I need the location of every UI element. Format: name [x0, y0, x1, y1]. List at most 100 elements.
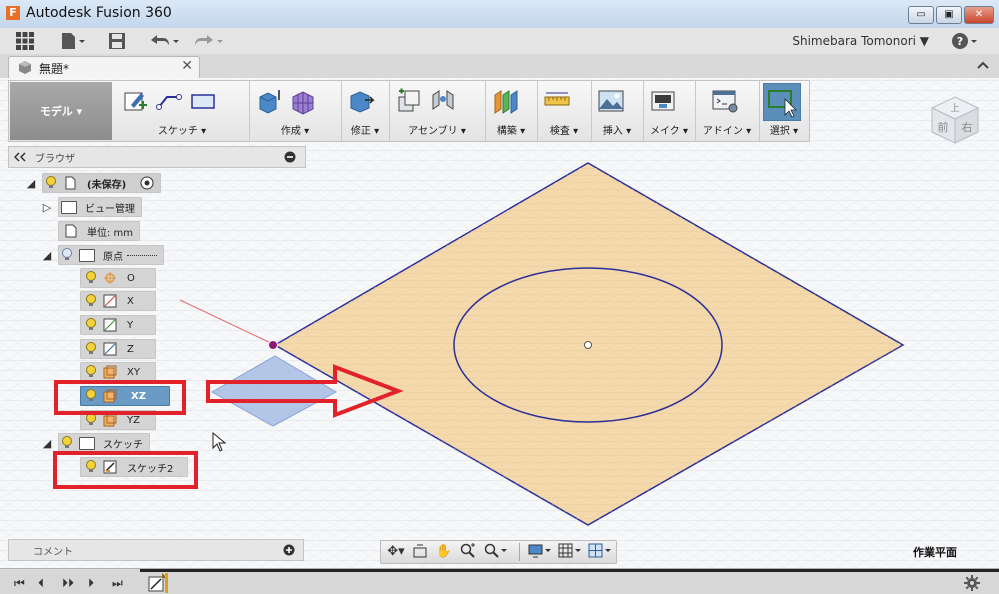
insert-group[interactable]: 挿入 ▾ [591, 81, 644, 141]
save-icon[interactable] [106, 31, 128, 51]
close-window-button[interactable]: ✕ [964, 6, 994, 24]
help-icon[interactable]: ? [950, 31, 980, 51]
browser-panel-header[interactable]: ブラウザ [8, 146, 306, 168]
folder-icon [61, 200, 77, 214]
sketch-group[interactable]: スケッチ ▾ [115, 81, 250, 141]
add-comment-icon[interactable] [283, 544, 295, 556]
modify-group[interactable]: 修正 ▾ [341, 81, 390, 141]
construct-group[interactable]: 構築 ▾ [485, 81, 538, 141]
expand-triangle-icon[interactable]: ◢ [24, 177, 38, 190]
inspect-group[interactable]: 検査 ▾ [537, 81, 592, 141]
origin-item-z[interactable]: Z [80, 339, 156, 359]
tree-view-mgmt-row[interactable]: ▷ ビュー管理 [40, 197, 142, 217]
orbit-icon[interactable]: ✥▾ [385, 543, 407, 561]
go-to-end-icon[interactable]: ⏭ [112, 576, 123, 591]
expand-triangle-icon[interactable]: ◢ [40, 249, 54, 262]
document-units-icon [65, 224, 77, 238]
visibility-bulb-icon[interactable] [85, 271, 97, 285]
minimize-button[interactable]: ▭ [908, 6, 934, 24]
scripts-addins-icon[interactable] [711, 87, 739, 115]
pan-hand-icon[interactable]: ✋ [435, 543, 453, 561]
assembly-group-label: アセンブリ ▾ [408, 126, 466, 137]
document-tab[interactable]: 無題* ✕ [8, 56, 200, 78]
plane-icon [103, 413, 117, 427]
collapse-browser-icon[interactable] [14, 152, 26, 162]
look-at-icon[interactable] [411, 543, 429, 561]
origin-item-xy[interactable]: XY [80, 362, 156, 382]
press-pull-icon[interactable] [347, 87, 375, 115]
expand-triangle-icon[interactable]: ▷ [40, 201, 54, 214]
maximize-button[interactable]: ▣ [936, 6, 962, 24]
comments-panel[interactable]: コメント [8, 539, 304, 561]
timeline-settings-gear-icon[interactable] [964, 575, 980, 591]
grid-settings-icon[interactable] [557, 543, 583, 561]
visibility-bulb-icon[interactable] [85, 342, 97, 356]
collapse-chevron-icon[interactable] [977, 60, 989, 70]
play-icon[interactable]: ⏵⏵ [62, 576, 74, 591]
view-cube[interactable]: 上 前 右 [928, 93, 982, 147]
workspace-switcher[interactable]: モデル ▾ [10, 82, 112, 140]
make-group-label: メイク ▾ [650, 126, 688, 137]
rectangle-tool-icon[interactable] [189, 87, 217, 115]
offset-plane-icon[interactable] [491, 87, 519, 115]
select-group[interactable]: 選択 ▾ [759, 81, 809, 141]
fit-window-icon[interactable] [483, 543, 509, 561]
form-icon[interactable] [289, 87, 317, 115]
joint-icon[interactable] [429, 87, 457, 115]
visibility-bulb-icon[interactable] [85, 365, 97, 379]
visibility-bulb-icon[interactable] [61, 436, 73, 450]
zoom-icon[interactable] [459, 543, 477, 561]
axis-icon [103, 318, 117, 332]
create-group[interactable]: 作成 ▾ [249, 81, 342, 141]
tree-units-row[interactable]: 単位: mm [58, 221, 141, 241]
tree-root-row[interactable]: ◢ (未保存) [24, 173, 162, 193]
data-panel-grid-icon[interactable] [14, 31, 36, 51]
measure-icon[interactable] [543, 87, 571, 115]
activate-radio-icon[interactable] [140, 176, 154, 190]
file-menu-icon[interactable] [58, 31, 88, 51]
tree-origin-row[interactable]: ◢ 原点 [40, 245, 164, 265]
axis-icon [103, 342, 117, 356]
folder-icon [79, 248, 95, 262]
visibility-bulb-icon[interactable] [85, 294, 97, 308]
browser-options-icon[interactable] [284, 151, 296, 163]
step-forward-icon[interactable]: ⏵ [88, 576, 94, 591]
origin-point[interactable] [268, 340, 278, 350]
origin-item-o[interactable]: O [80, 268, 156, 288]
go-to-start-icon[interactable]: ⏮ [14, 576, 25, 591]
select-icon[interactable] [763, 83, 801, 121]
redo-icon[interactable] [190, 31, 226, 51]
visibility-bulb-icon[interactable] [85, 413, 97, 427]
new-component-icon[interactable] [395, 87, 423, 115]
circle-center-point[interactable] [584, 341, 592, 349]
assembly-group[interactable]: アセンブリ ▾ [389, 81, 486, 141]
visibility-bulb-icon[interactable] [85, 318, 97, 332]
view-cube-top-label: 上 [950, 103, 959, 114]
viewports-icon[interactable] [587, 543, 613, 561]
3d-print-icon[interactable] [649, 87, 677, 115]
expand-triangle-icon[interactable]: ◢ [40, 437, 54, 450]
document-cube-icon [19, 61, 31, 74]
visibility-bulb-icon[interactable] [45, 176, 57, 190]
timeline-sketch-feature-icon[interactable] [148, 573, 172, 593]
visibility-bulb-off-icon[interactable] [61, 248, 73, 262]
make-group[interactable]: メイク ▾ [643, 81, 696, 141]
root-component-name: (未保存) [87, 179, 127, 191]
user-account-menu[interactable]: Shimebara Tomonori ▼ [792, 34, 929, 48]
insert-image-icon[interactable] [597, 87, 625, 115]
origin-item-y[interactable]: Y [80, 315, 156, 335]
display-settings-icon[interactable] [527, 543, 553, 561]
timeline-track [140, 569, 999, 572]
create-sketch-icon[interactable] [121, 87, 149, 115]
extrude-icon[interactable] [255, 87, 283, 115]
close-tab-icon[interactable]: ✕ [181, 58, 193, 74]
origin-item-x[interactable]: X [80, 291, 156, 311]
tree-sketches-row[interactable]: ◢ スケッチ [40, 433, 150, 453]
origin-label: 原点 [103, 251, 123, 263]
line-tool-icon[interactable] [155, 87, 183, 115]
undo-icon[interactable] [146, 31, 182, 51]
units-label: 単位: mm [87, 227, 134, 239]
step-back-icon[interactable]: ⏴ [38, 576, 44, 591]
document-tab-bar: 無題* ✕ [0, 54, 999, 79]
addins-group[interactable]: アドイン ▾ [695, 81, 760, 141]
